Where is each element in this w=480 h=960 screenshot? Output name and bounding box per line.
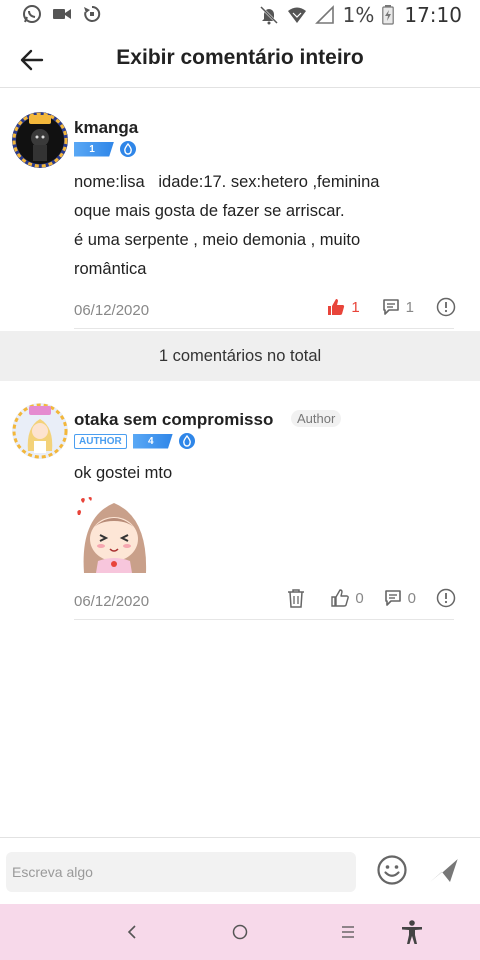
level-badge: 4 [132, 433, 173, 449]
comment-composer [0, 837, 480, 904]
report-button[interactable] [436, 588, 456, 608]
back-chevron-icon [127, 925, 136, 939]
bell-off-icon [259, 6, 278, 25]
comments-total-label: 1 comentários no total [158, 346, 322, 365]
like-count: 0 [355, 589, 364, 607]
battery-percent: 1% [342, 3, 375, 27]
anime-girl-sticker[interactable] [74, 495, 154, 573]
status-left-icons [22, 4, 102, 24]
nav-back-button[interactable] [118, 918, 146, 946]
avatar[interactable] [12, 403, 68, 459]
divider [74, 619, 454, 620]
comment-actions: 1 1 [327, 297, 456, 317]
thumbs-up-icon [331, 589, 350, 607]
username[interactable]: otaka sem compromisso [74, 410, 273, 430]
like-button[interactable]: 0 [331, 589, 364, 607]
avatar[interactable] [12, 112, 68, 168]
delete-button[interactable] [287, 588, 305, 608]
comment-line: romântica [74, 260, 147, 278]
emoji-button[interactable] [376, 854, 408, 886]
nav-recents-button[interactable] [334, 918, 362, 946]
app-header: Exibir comentário inteiro [0, 32, 480, 88]
comment-body: nome:lisa idade:17. sex:hetero ,feminina… [74, 168, 434, 284]
main-comment: kmanga 1 nome:lisa idade:17. sex:hetero … [0, 88, 480, 331]
wifi-icon [287, 7, 306, 23]
user-badges: 1 [74, 141, 136, 157]
whatsapp-icon [23, 5, 41, 23]
sync-icon [84, 5, 101, 22]
reply-button[interactable]: 0 [384, 589, 416, 607]
comment-line: é uma serpente , meio demonia , muito [74, 231, 361, 249]
author-tag: Author [291, 410, 342, 427]
video-camera-icon [53, 9, 71, 19]
droplet-badge-icon [178, 433, 195, 449]
comments-total-bar: 1 comentários no total [0, 331, 480, 381]
battery-charging-icon [382, 5, 395, 25]
comment-date: 06/12/2020 [74, 593, 150, 610]
clock: 17:10 [404, 3, 462, 27]
reply-count: 1 [405, 298, 414, 316]
accessibility-button[interactable] [398, 918, 426, 946]
trash-icon [288, 589, 305, 608]
comment-icon [384, 590, 401, 606]
smiley-icon [377, 855, 407, 885]
username[interactable]: kmanga [74, 118, 138, 138]
comment-input[interactable] [6, 852, 356, 892]
recents-icon [342, 926, 354, 938]
comment-date: 06/12/2020 [74, 302, 150, 319]
home-circle-icon [232, 924, 248, 940]
info-alert-icon [436, 588, 456, 608]
nav-home-button[interactable] [226, 918, 254, 946]
status-bar: 1% 17:10 [0, 0, 480, 32]
accessibility-icon [402, 920, 422, 944]
comment-line: oque mais gosta de fazer se arriscar. [74, 202, 345, 220]
thumbs-up-filled-icon [328, 299, 345, 315]
signal-icon [314, 5, 334, 24]
system-nav-bar [0, 904, 480, 960]
reply-button[interactable]: 1 [382, 298, 414, 316]
droplet-badge-icon [120, 141, 136, 157]
comment-icon [382, 299, 399, 315]
send-icon [430, 857, 459, 882]
page-title: Exibir comentário inteiro [116, 46, 364, 69]
user-badges: AUTHOR 4 [74, 433, 195, 449]
divider [74, 328, 454, 329]
send-button[interactable] [428, 854, 460, 886]
like-count: 1 [351, 298, 360, 316]
status-right-icons: 1% 17:10 [259, 3, 462, 27]
info-alert-icon [436, 297, 456, 317]
like-button[interactable]: 1 [327, 298, 360, 316]
comment-body: ok gostei mto [74, 464, 173, 482]
reply-comment: otaka sem compromisso Author AUTHOR 4 ok… [0, 381, 480, 626]
level-badge: 1 [74, 141, 114, 157]
author-badge: AUTHOR [74, 433, 127, 449]
comment-actions: 0 0 [287, 588, 456, 608]
report-button[interactable] [436, 297, 456, 317]
comment-line: nome:lisa idade:17. sex:hetero ,feminina [74, 173, 380, 191]
reply-count: 0 [407, 589, 416, 607]
